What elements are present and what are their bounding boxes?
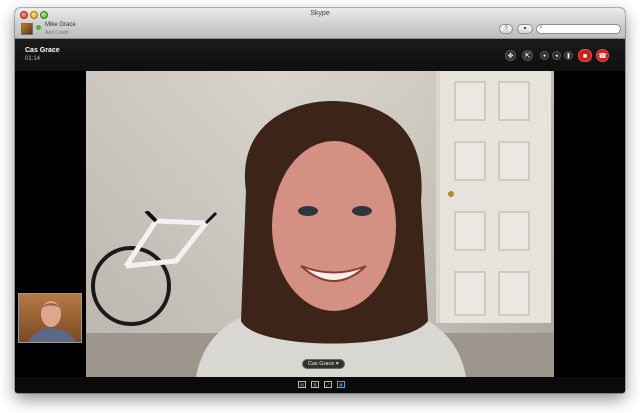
split-view-icon[interactable]: ▥ xyxy=(311,381,319,388)
add-credit-link[interactable]: Add Credit xyxy=(45,30,69,36)
contact-name: Cas Grace xyxy=(25,47,60,54)
full-view-icon[interactable]: ✥ xyxy=(505,50,516,61)
caller-person xyxy=(196,101,466,377)
search-input[interactable]: ⌕ xyxy=(536,24,621,34)
call-stage: Cas Grace 01:14 ✥ ⇱ ● ◂ ❚ ■ ☎ Cas Grace … xyxy=(15,39,625,393)
call-header: Cas Grace 01:14 ✥ ⇱ ● ◂ ❚ ■ ☎ xyxy=(15,39,625,71)
help-button[interactable]: ? xyxy=(499,24,513,34)
title-bar: Skype Mike Grace Add Credit ? ▾ ⌕ xyxy=(15,8,625,39)
right-letterbox xyxy=(554,71,625,377)
grid-view-icon[interactable]: ▦ xyxy=(337,381,345,388)
video-name-tag[interactable]: Cas Grace ▾ xyxy=(302,359,345,369)
video-icon[interactable]: ■ xyxy=(578,49,592,62)
options-dropdown-button[interactable]: ▾ xyxy=(517,24,533,34)
single-view-icon[interactable]: ▤ xyxy=(298,381,306,388)
self-view-preview[interactable] xyxy=(18,293,82,343)
profile-name[interactable]: Mike Grace xyxy=(45,22,76,28)
mic-icon[interactable]: ● xyxy=(540,51,549,60)
remote-video[interactable]: Cas Grace ▾ xyxy=(86,71,554,377)
hangup-icon[interactable]: ☎ xyxy=(596,49,609,62)
speaker-icon[interactable]: ◂ xyxy=(552,51,561,60)
search-icon: ⌕ xyxy=(539,24,543,31)
fullscreen-icon[interactable]: ⤢ xyxy=(324,381,332,388)
call-duration: 01:14 xyxy=(25,56,41,62)
online-status-icon[interactable] xyxy=(36,25,41,30)
window-title: Skype xyxy=(310,10,330,17)
self-view-person xyxy=(28,301,76,342)
popout-icon[interactable]: ⇱ xyxy=(522,50,533,61)
view-mode-bar: ▤ ▥ ⤢ ▦ xyxy=(15,377,625,393)
skype-window: Skype Mike Grace Add Credit ? ▾ ⌕ Cas Gr… xyxy=(15,8,625,393)
profile-avatar[interactable] xyxy=(21,23,33,35)
pause-icon[interactable]: ❚ xyxy=(564,51,573,60)
